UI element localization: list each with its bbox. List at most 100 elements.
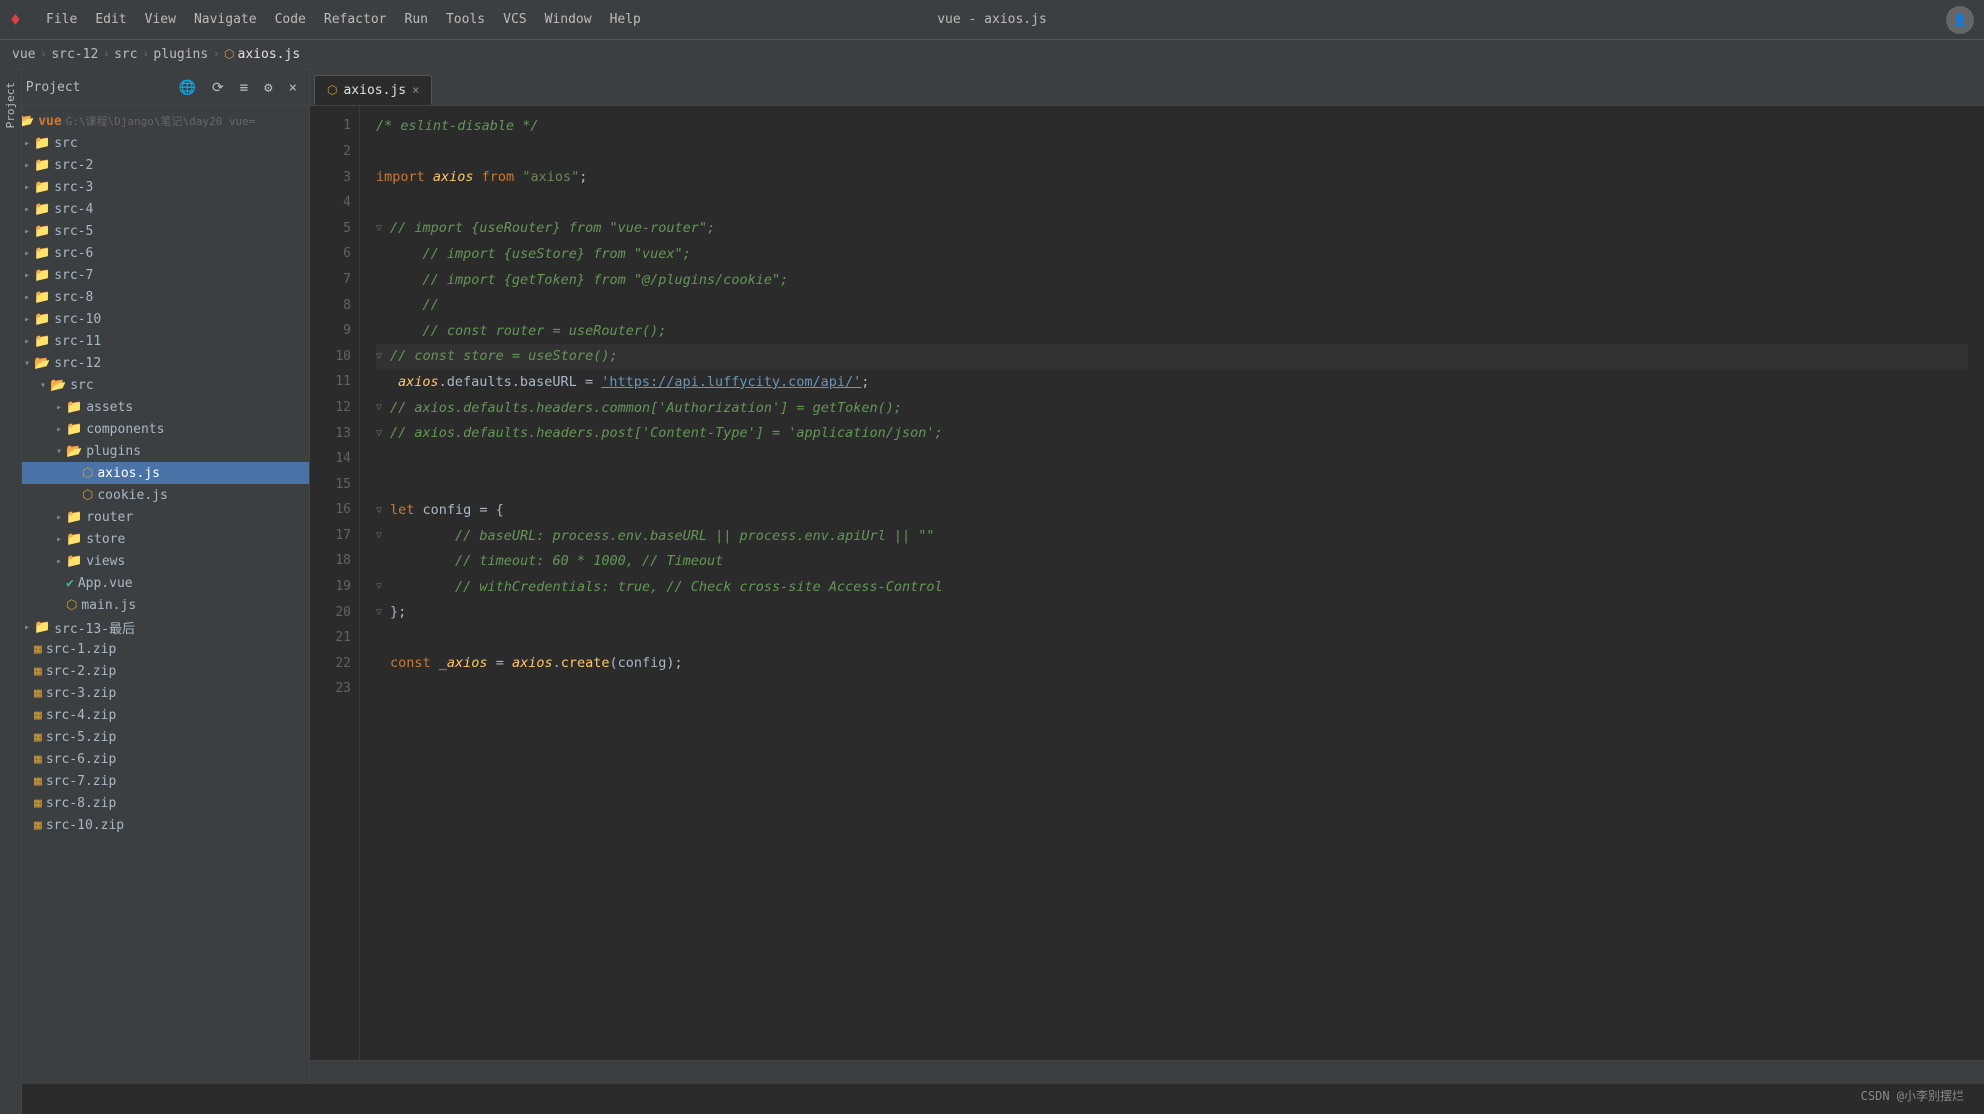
line-num-11: 11 [310,370,351,396]
app-logo: ♦ [10,10,30,30]
breadcrumb-item-src[interactable]: src [114,47,137,62]
tree-arrow-src12[interactable]: ▾ [20,358,34,369]
tree-item-src12-src[interactable]: ▾ 📂 src [0,374,309,396]
menu-window[interactable]: Window [537,8,600,31]
tree-item-src5-zip[interactable]: ▦ src-5.zip [0,726,309,748]
menu-help[interactable]: Help [602,8,649,31]
menu-run[interactable]: Run [397,8,436,31]
tree-arrow-src10[interactable]: ▸ [20,314,34,325]
tree-arrow-src8[interactable]: ▸ [20,292,34,303]
sidebar-globe-icon[interactable]: 🌐 [175,78,200,98]
tree-arrow-src[interactable]: ▸ [20,138,34,149]
tree-item-main-js[interactable]: ⬡ main.js [0,594,309,616]
tree-label-src6: src-6 [54,246,93,261]
menu-vcs[interactable]: VCS [495,8,534,31]
fold-arrow-22 [376,656,390,672]
menu-tools[interactable]: Tools [438,8,493,31]
tree-item-src2-zip[interactable]: ▦ src-2.zip [0,660,309,682]
fold-arrow-13[interactable]: ▽ [376,426,390,442]
menu-view[interactable]: View [137,8,184,31]
menu-navigate[interactable]: Navigate [186,8,265,31]
tree-item-store[interactable]: ▸ 📁 store [0,528,309,550]
fold-arrow-12[interactable]: ▽ [376,400,390,416]
sidebar-collapse-icon[interactable]: ≡ [236,78,252,98]
tree-label-src1-zip: src-1.zip [46,642,116,657]
tree-item-src2[interactable]: ▸ 📁 src-2 [0,154,309,176]
tree-arrow-mainjs [52,600,66,611]
fold-arrow-17[interactable]: ▽ [376,528,390,544]
fold-arrow-5[interactable]: ▽ [376,221,390,237]
tree-item-router[interactable]: ▸ 📁 router [0,506,309,528]
tree-arrow-src5[interactable]: ▸ [20,226,34,237]
sidebar-settings-icon[interactable]: ⚙ [260,78,276,98]
sidebar: 📁Project 🌐 ⟳ ≡ ⚙ × ▾ 📂 vue G:\课程\Django\… [0,70,310,1084]
tree-item-src11[interactable]: ▸ 📁 src-11 [0,330,309,352]
tree-arrow-src4[interactable]: ▸ [20,204,34,215]
vtab-project[interactable]: Project [1,70,20,140]
tree-item-src5[interactable]: ▸ 📁 src-5 [0,220,309,242]
tree-item-src4[interactable]: ▸ 📁 src-4 [0,198,309,220]
sidebar-close-icon[interactable]: × [285,78,301,98]
tree-item-components[interactable]: ▸ 📁 components [0,418,309,440]
tree-arrow-src12-src[interactable]: ▾ [36,380,50,391]
tree-item-src6[interactable]: ▸ 📁 src-6 [0,242,309,264]
code-text-8: // [390,295,439,317]
breadcrumb-item-plugins[interactable]: plugins [153,47,208,62]
tree-item-assets[interactable]: ▸ 📁 assets [0,396,309,418]
tree-label-src: src [54,136,77,151]
tree-arrow-src3[interactable]: ▸ [20,182,34,193]
menu-code[interactable]: Code [267,8,314,31]
tree-arrow-store[interactable]: ▸ [52,534,66,545]
tree-item-src1-zip[interactable]: ▦ src-1.zip [0,638,309,660]
tree-item-src7-zip[interactable]: ▦ src-7.zip [0,770,309,792]
tab-axios-js[interactable]: ⬡ axios.js × [314,75,432,105]
tree-item-src3[interactable]: ▸ 📁 src-3 [0,176,309,198]
tree-arrow-views[interactable]: ▸ [52,556,66,567]
tree-arrow-components[interactable]: ▸ [52,424,66,435]
breadcrumb-item-vue[interactable]: vue [12,47,35,62]
code-line-3: import axios from "axios"; [376,165,1968,191]
tree-item-src4-zip[interactable]: ▦ src-4.zip [0,704,309,726]
tree-arrow-router[interactable]: ▸ [52,512,66,523]
tree-arrow-assets[interactable]: ▸ [52,402,66,413]
tree-arrow-src7[interactable]: ▸ [20,270,34,281]
line-num-13: 13 [310,421,351,447]
tree-item-src7[interactable]: ▸ 📁 src-7 [0,264,309,286]
tree-item-cookie-js[interactable]: ⬡ cookie.js [0,484,309,506]
tree-item-src[interactable]: ▸ 📁 src [0,132,309,154]
tree-arrow-plugins[interactable]: ▾ [52,446,66,457]
code-content[interactable]: /* eslint-disable */ import axios from "… [360,106,1984,1060]
file-tree[interactable]: ▾ 📂 vue G:\课程\Django\笔记\day20 vue= ▸ 📁 s… [0,106,309,1084]
tree-arrow-src11[interactable]: ▸ [20,336,34,347]
tree-item-src8-zip[interactable]: ▦ src-8.zip [0,792,309,814]
code-str-axios-3: "axios" [522,167,579,189]
tree-item-axios-js[interactable]: ⬡ axios.js [0,462,309,484]
sidebar-sync-icon[interactable]: ⟳ [208,78,228,98]
tree-arrow-src13[interactable]: ▸ [20,622,34,633]
fold-arrow-10[interactable]: ▽ [376,349,390,365]
tree-item-views[interactable]: ▸ 📁 views [0,550,309,572]
tree-item-src13[interactable]: ▸ 📁 src-13-最后 [0,616,309,638]
breadcrumb-item-src12[interactable]: src-12 [51,47,98,62]
tree-item-src6-zip[interactable]: ▦ src-6.zip [0,748,309,770]
tree-item-app-vue[interactable]: ✔ App.vue [0,572,309,594]
fold-arrow-20[interactable]: ▽ [376,605,390,621]
tree-item-src8[interactable]: ▸ 📁 src-8 [0,286,309,308]
fold-arrow-19[interactable]: ▽ [376,579,390,595]
tree-item-src3-zip[interactable]: ▦ src-3.zip [0,682,309,704]
menu-edit[interactable]: Edit [87,8,134,31]
user-avatar[interactable]: 👤 [1946,6,1974,34]
tree-item-vue-root[interactable]: ▾ 📂 vue G:\课程\Django\笔记\day20 vue= [0,110,309,132]
code-semi-3: ; [579,167,587,189]
fold-arrow-16[interactable]: ▽ [376,503,390,519]
menu-refactor[interactable]: Refactor [316,8,395,31]
tree-item-src12[interactable]: ▾ 📂 src-12 [0,352,309,374]
tree-item-src10-zip[interactable]: ▦ src-10.zip [0,814,309,836]
menu-file[interactable]: File [38,8,85,31]
tree-arrow-src2[interactable]: ▸ [20,160,34,171]
tree-item-src10[interactable]: ▸ 📁 src-10 [0,308,309,330]
tree-item-plugins[interactable]: ▾ 📂 plugins [0,440,309,462]
tab-close-axios[interactable]: × [412,83,419,97]
breadcrumb-item-file[interactable]: ⬡axios.js [224,47,300,62]
tree-arrow-src6[interactable]: ▸ [20,248,34,259]
